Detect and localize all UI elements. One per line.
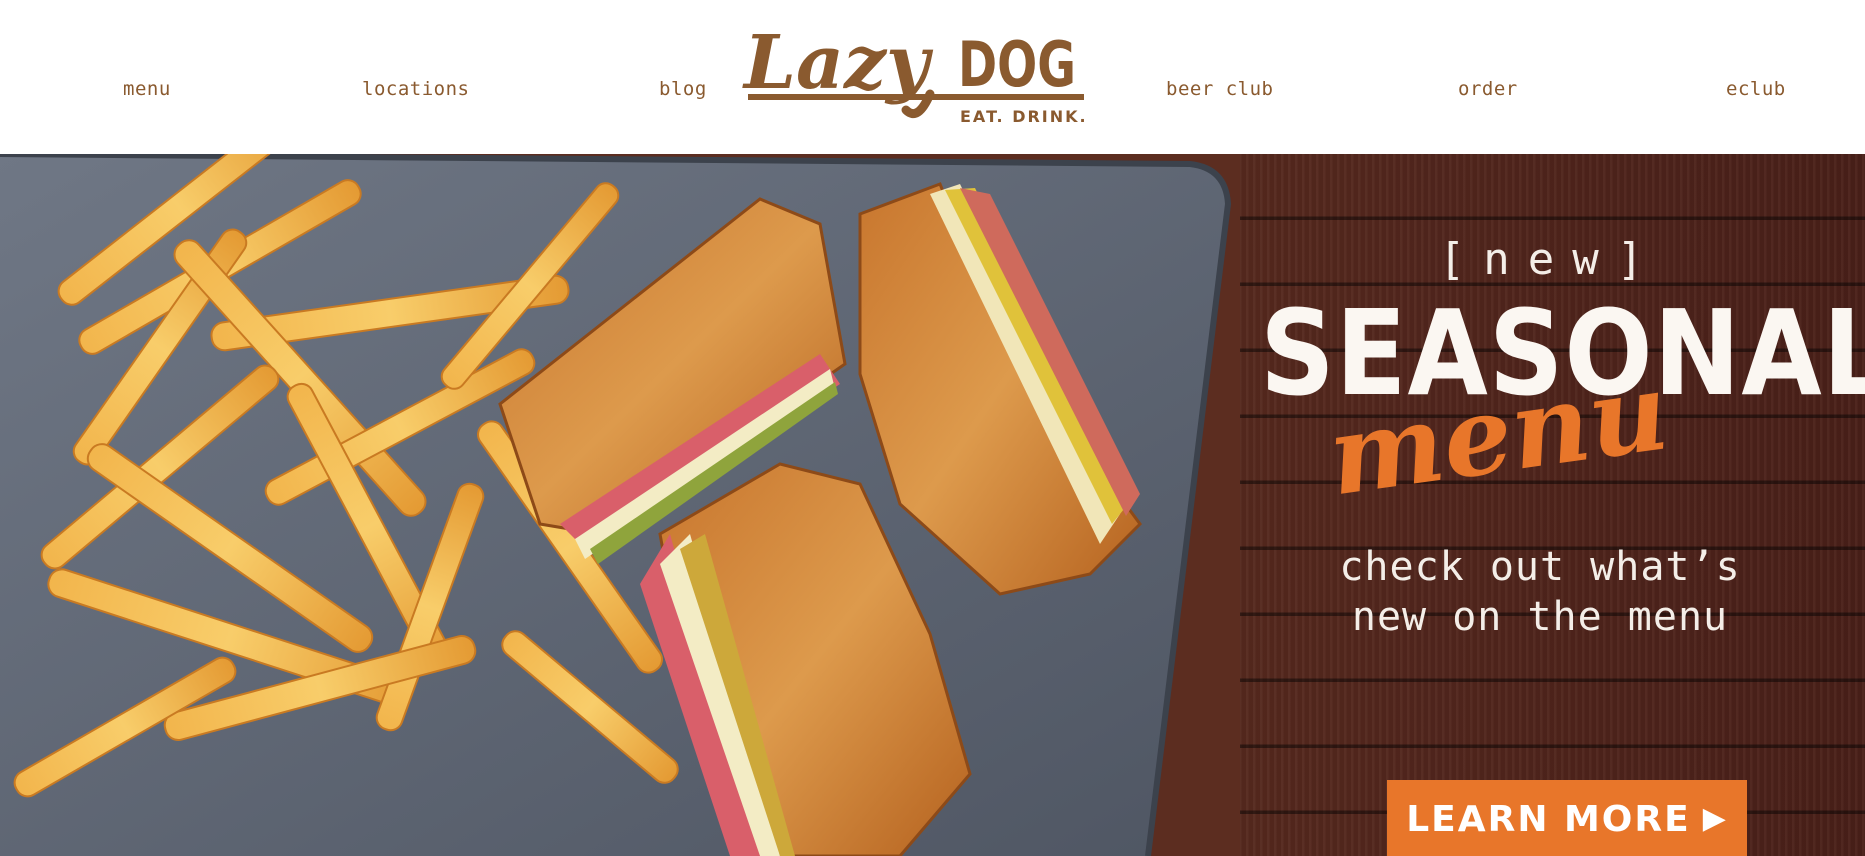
- site-header: menu locations blog Lazy DOG EAT. DRINK.…: [0, 0, 1865, 154]
- logo-secondary-text: DOG: [958, 28, 1076, 101]
- learn-more-button[interactable]: LEARN MORE ▶: [1387, 780, 1747, 856]
- nav-link-eclub[interactable]: eclub: [1726, 78, 1786, 100]
- lazy-dog-logo[interactable]: Lazy DOG EAT. DRINK.: [740, 10, 1090, 130]
- nav-link-blog[interactable]: blog: [659, 78, 707, 100]
- promo-description: check out what’s new on the menu: [1280, 542, 1800, 642]
- logo-tagline: EAT. DRINK.: [960, 107, 1088, 126]
- nav-link-locations[interactable]: locations: [362, 78, 469, 100]
- learn-more-label: LEARN MORE: [1406, 798, 1691, 840]
- promo-description-line2: new on the menu: [1351, 594, 1729, 640]
- promo-description-line1: check out what’s: [1339, 544, 1741, 590]
- seasonal-menu-promo: [new] SEASONAL menu check out what’s new…: [1250, 234, 1865, 856]
- hero-banner[interactable]: [new] SEASONAL menu check out what’s new…: [0, 154, 1865, 856]
- promo-new-tag: [new]: [1438, 234, 1662, 285]
- play-triangle-icon: ▶: [1702, 801, 1728, 836]
- nav-link-order[interactable]: order: [1458, 78, 1518, 100]
- nav-link-menu[interactable]: menu: [123, 78, 171, 100]
- sandwich-and-fries-photo: [0, 154, 1240, 856]
- nav-link-beer-club[interactable]: beer club: [1166, 78, 1273, 100]
- logo-primary-text: Lazy: [742, 20, 934, 106]
- logo-graphic: Lazy DOG EAT. DRINK.: [742, 20, 1088, 126]
- logo-underline: [748, 94, 1084, 100]
